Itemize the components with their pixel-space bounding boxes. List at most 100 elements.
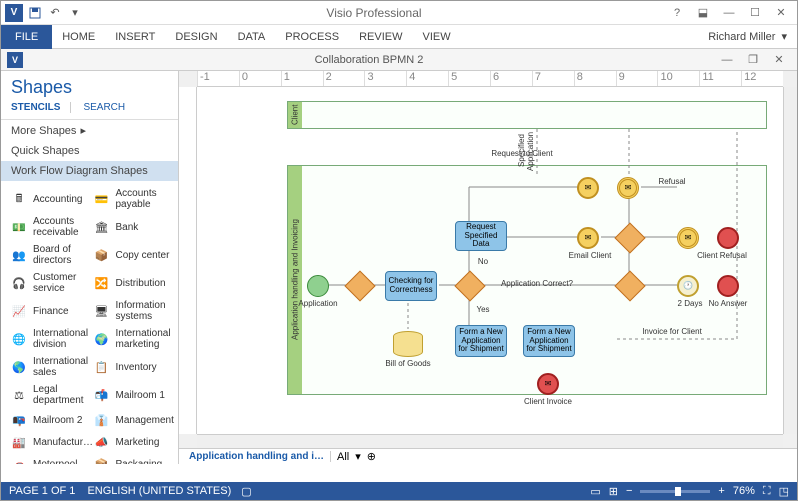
shape-item[interactable]: 📣Marketing <box>90 431 173 453</box>
tab-stencils[interactable]: STENCILS <box>11 102 71 113</box>
lane-client[interactable]: Client <box>287 101 767 129</box>
shape-item[interactable]: 👥Board of directors <box>7 241 90 269</box>
zoom-in-icon[interactable]: + <box>718 485 724 497</box>
page-tab-dropdown-icon[interactable]: ▾ <box>355 450 361 463</box>
shape-item[interactable]: 🖩Accounting <box>7 185 90 213</box>
shape-grid: 🖩Accounting💳Accounts payable 💵Accounts r… <box>1 181 178 464</box>
mailroom1-icon: 📬 <box>92 387 112 403</box>
doc-minimize-button[interactable]: — <box>715 50 739 70</box>
shape-item[interactable]: 📋Inventory <box>90 353 173 381</box>
task-form2[interactable]: Form a New Application for Shipment <box>523 325 575 357</box>
doc-restore-button[interactable]: ❐ <box>741 50 765 70</box>
event-client-refusal[interactable]: ✉ <box>677 227 699 249</box>
status-lang[interactable]: ENGLISH (UNITED STATES) <box>87 485 231 497</box>
minimize-button[interactable]: — <box>717 3 741 23</box>
file-tab[interactable]: FILE <box>1 25 52 49</box>
ruler-horizontal: -10123456789101112 <box>197 71 783 87</box>
intl-sales-icon: 🌎 <box>9 359 29 375</box>
shape-item[interactable]: 💵Accounts receivable <box>7 213 90 241</box>
event-start[interactable] <box>307 275 329 297</box>
shape-item[interactable]: 🖥Information systems <box>90 297 173 325</box>
label-request-to-client: Request to Client <box>477 149 567 158</box>
label-application: Application <box>293 299 343 308</box>
accounting-icon: 🖩 <box>9 191 29 207</box>
label-email-client: Email Client <box>565 251 615 260</box>
scrollbar-horizontal[interactable] <box>197 434 783 448</box>
shape-item[interactable]: 💳Accounts payable <box>90 185 173 213</box>
fit-window-icon[interactable]: ⊞ <box>609 485 618 498</box>
event-email-client[interactable]: ✉ <box>577 227 599 249</box>
tab-insert[interactable]: INSERT <box>105 27 165 47</box>
event-message-top[interactable]: ✉ <box>577 177 599 199</box>
user-dropdown-icon[interactable]: ▾ <box>781 30 787 43</box>
fit-page-icon[interactable]: ⛶ <box>763 485 771 498</box>
event-end-noanswer[interactable] <box>717 275 739 297</box>
page-tab-active[interactable]: Application handling and i… <box>183 451 331 462</box>
inventory-icon: 📋 <box>92 359 112 375</box>
current-stencil[interactable]: Work Flow Diagram Shapes <box>1 161 178 181</box>
tab-search[interactable]: SEARCH <box>83 102 125 113</box>
task-request-data[interactable]: Request Specified Data <box>455 221 507 251</box>
zoom-slider[interactable] <box>640 490 710 493</box>
quick-shapes[interactable]: Quick Shapes <box>1 141 178 161</box>
shape-item[interactable]: 🏛Bank <box>90 213 173 241</box>
shape-item[interactable]: 📬Mailroom 1 <box>90 381 173 409</box>
chevron-right-icon: ▸ <box>80 124 86 137</box>
event-timer[interactable]: 🕐 <box>677 275 699 297</box>
shape-item[interactable]: 🏭Manufactur… <box>7 431 90 453</box>
tab-data[interactable]: DATA <box>228 27 276 47</box>
tab-home[interactable]: HOME <box>52 27 105 47</box>
more-shapes[interactable]: More Shapes▸ <box>1 120 178 141</box>
pan-zoom-icon[interactable]: ◳ <box>779 485 789 498</box>
record-macro-icon[interactable]: ▢ <box>241 485 251 498</box>
page-tab-all[interactable]: All <box>337 451 349 463</box>
user-name[interactable]: Richard Miller <box>708 31 775 43</box>
task-check[interactable]: Checking for Correctness <box>385 271 437 301</box>
zoom-out-icon[interactable]: − <box>626 485 632 497</box>
datastore-bill[interactable] <box>393 331 423 357</box>
tab-view[interactable]: VIEW <box>412 27 460 47</box>
qat-dropdown-icon[interactable]: ▾ <box>67 5 83 21</box>
status-bar: PAGE 1 OF 1 ENGLISH (UNITED STATES) ▢ ▭ … <box>1 482 797 500</box>
add-page-icon[interactable]: ⊕ <box>367 450 376 463</box>
maximize-button[interactable]: ☐ <box>743 3 767 23</box>
ribbon-collapse-icon[interactable]: ⬓ <box>691 3 715 23</box>
management-icon: 👔 <box>92 412 112 428</box>
status-page: PAGE 1 OF 1 <box>9 485 75 497</box>
shape-item[interactable]: 🎧Customer service <box>7 269 90 297</box>
presentation-mode-icon[interactable]: ▭ <box>590 485 600 498</box>
undo-icon[interactable]: ↶ <box>47 5 63 21</box>
tab-design[interactable]: DESIGN <box>165 27 227 47</box>
accounts-payable-icon: 💳 <box>92 191 112 207</box>
shape-item[interactable]: ⚖Legal department <box>7 381 90 409</box>
shape-item[interactable]: 🌎International sales <box>7 353 90 381</box>
shape-item[interactable]: 🌐International division <box>7 325 90 353</box>
close-button[interactable]: ✕ <box>769 3 793 23</box>
doc-close-button[interactable]: ✕ <box>767 50 791 70</box>
shape-item[interactable]: 📈Finance <box>7 297 90 325</box>
drawing-canvas[interactable]: Client Application handling and Invoicin… <box>197 87 783 434</box>
shape-item[interactable]: 📦Copy center <box>90 241 173 269</box>
tab-review[interactable]: REVIEW <box>349 27 412 47</box>
shape-item[interactable]: 🔀Distribution <box>90 269 173 297</box>
label-yes: Yes <box>473 305 493 314</box>
event-message-throw[interactable]: ✉ <box>617 177 639 199</box>
legal-icon: ⚖ <box>9 387 29 403</box>
event-end-invoice[interactable]: ✉ <box>537 373 559 395</box>
zoom-level[interactable]: 76% <box>733 485 755 497</box>
shape-item[interactable]: 📦Packaging <box>90 453 173 464</box>
shape-item[interactable]: 🚗Motorpool <box>7 453 90 464</box>
shape-item[interactable]: 👔Management <box>90 409 173 431</box>
shape-item[interactable]: 📭Mailroom 2 <box>7 409 90 431</box>
accounts-receivable-icon: 💵 <box>9 219 29 235</box>
lane-client-label: Client <box>288 102 302 128</box>
intl-division-icon: 🌐 <box>9 331 29 347</box>
shape-item[interactable]: 🌍International marketing <box>90 325 173 353</box>
mailroom2-icon: 📭 <box>9 412 29 428</box>
save-icon[interactable] <box>27 5 43 21</box>
help-icon[interactable]: ? <box>665 3 689 23</box>
task-form1[interactable]: Form a New Application for Shipment <box>455 325 507 357</box>
scrollbar-vertical[interactable] <box>783 87 797 434</box>
tab-process[interactable]: PROCESS <box>275 27 349 47</box>
event-end-refusal[interactable] <box>717 227 739 249</box>
